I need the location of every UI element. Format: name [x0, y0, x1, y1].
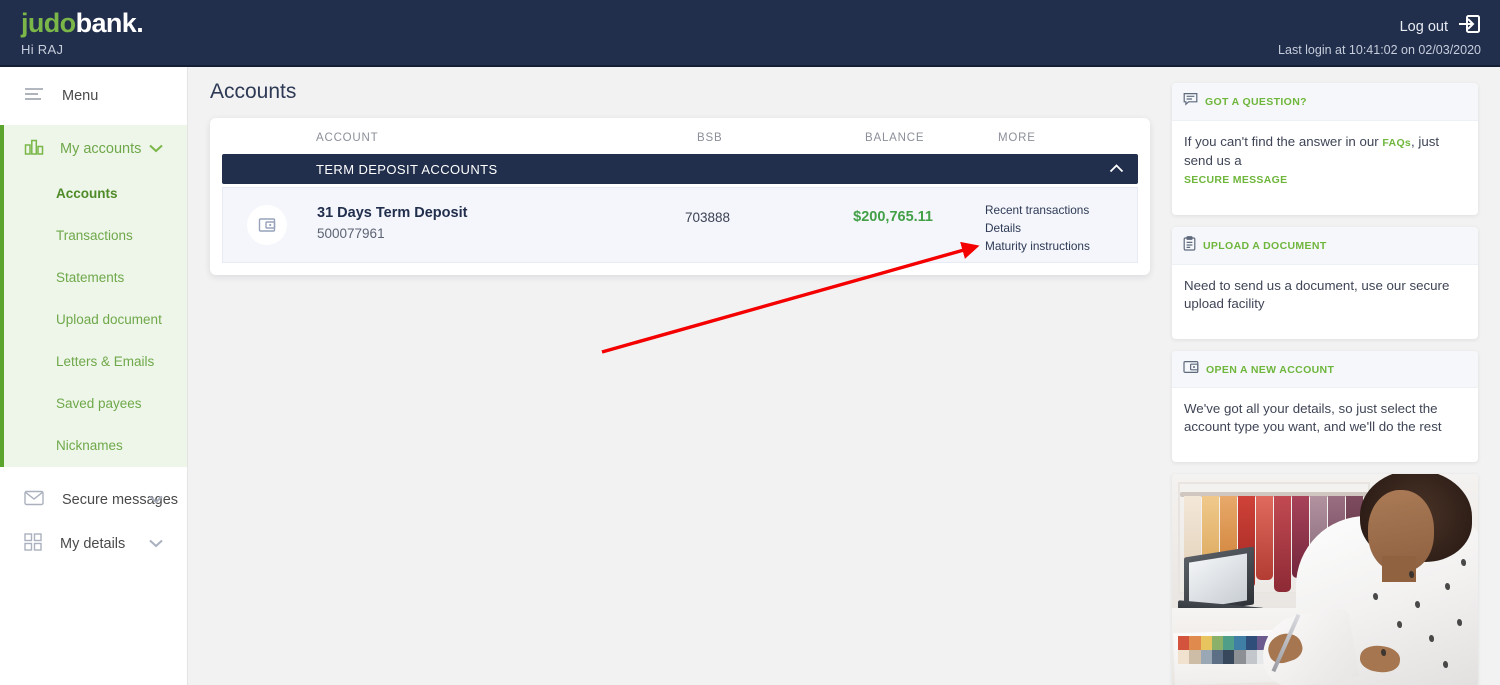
promo-title: UPLOAD A DOCUMENT — [1203, 240, 1327, 252]
logo-bank: bank — [75, 8, 137, 38]
sidebar-item-nicknames[interactable]: Nicknames — [4, 425, 187, 467]
promo-title: OPEN A NEW ACCOUNT — [1206, 363, 1335, 376]
logo-text: judobank. — [21, 8, 144, 38]
bar-chart-icon — [24, 138, 44, 161]
logo-judo: judo — [21, 8, 76, 38]
chevron-down-icon[interactable] — [149, 535, 163, 553]
wallet-icon — [1183, 360, 1199, 379]
page-title: Accounts — [210, 80, 297, 103]
promo-body: Need to send us a document, use our secu… — [1184, 278, 1450, 311]
link-details[interactable]: Details — [985, 219, 1090, 237]
column-header-bsb: BSB — [697, 132, 723, 144]
sidebar-item-transactions[interactable]: Transactions — [4, 215, 187, 257]
promo-body-pre: If you can't find the answer in our — [1184, 134, 1383, 149]
clipboard-icon — [1183, 236, 1196, 256]
column-header-balance: BALANCE — [865, 132, 925, 144]
sidebar-item-my-details-label: My details — [60, 536, 126, 552]
nav-group-my-accounts: My accounts Accounts Transactions Statem… — [0, 125, 187, 467]
promo-card-open-a-new-account[interactable]: OPEN A NEW ACCOUNT We've got all your de… — [1172, 351, 1478, 462]
app-root: judobank. Hi RAJ Log out Last login at 1… — [0, 0, 1500, 685]
column-header-account: ACCOUNT — [316, 132, 379, 144]
promo-header: UPLOAD A DOCUMENT — [1172, 227, 1478, 265]
sidebar-item-saved-payees[interactable]: Saved payees — [4, 383, 187, 425]
hamburger-icon — [24, 87, 44, 106]
sidebar: Menu My accounts Accounts Transactions S — [0, 67, 188, 685]
right-rail: GOT A QUESTION? If you can't find the an… — [1172, 83, 1478, 685]
promo-card-got-a-question[interactable]: GOT A QUESTION? If you can't find the an… — [1172, 83, 1478, 215]
table-column-headers: ACCOUNT BSB BALANCE MORE — [210, 118, 1150, 154]
account-group-header-term-deposit[interactable]: TERM DEPOSIT ACCOUNTS — [222, 154, 1138, 184]
last-login-text: Last login at 10:41:02 on 02/03/2020 — [1278, 43, 1481, 57]
account-number: 500077961 — [317, 226, 385, 241]
account-balance: $200,765.11 — [853, 209, 933, 225]
promo-image-designer-at-desk — [1172, 474, 1478, 685]
promo-card-upload-a-document[interactable]: UPLOAD A DOCUMENT Need to send us a docu… — [1172, 227, 1478, 339]
sidebar-item-my-accounts-label: My accounts — [60, 141, 142, 157]
table-row[interactable]: 31 Days Term Deposit 500077961 703888 $2… — [222, 187, 1138, 263]
link-secure-message[interactable]: SECURE MESSAGE — [1184, 174, 1287, 186]
column-header-more: MORE — [998, 132, 1036, 144]
promo-title: GOT A QUESTION? — [1205, 96, 1307, 108]
promo-body: If you can't find the answer in our FAQs… — [1172, 121, 1478, 215]
sidebar-item-secure-messages[interactable]: Secure messages — [0, 479, 187, 521]
chevron-down-icon[interactable] — [149, 140, 163, 158]
link-maturity-instructions[interactable]: Maturity instructions — [985, 237, 1090, 255]
sidebar-item-letters-emails[interactable]: Letters & Emails — [4, 341, 187, 383]
logo-dot: . — [136, 8, 144, 38]
link-faqs[interactable]: FAQs — [1382, 137, 1411, 149]
chat-bubble-icon — [1183, 92, 1198, 112]
menu-label: Menu — [62, 88, 99, 104]
top-header: judobank. Hi RAJ Log out Last login at 1… — [0, 0, 1500, 67]
logout-button[interactable]: Log out — [1400, 12, 1481, 41]
logout-label: Log out — [1399, 18, 1448, 35]
promo-header: GOT A QUESTION? — [1172, 83, 1478, 121]
promo-header: OPEN A NEW ACCOUNT — [1172, 351, 1478, 388]
sidebar-item-my-details[interactable]: My details — [0, 523, 187, 565]
sidebar-item-my-accounts[interactable]: My accounts — [4, 125, 187, 173]
account-name: 31 Days Term Deposit — [317, 205, 468, 221]
sidebar-item-statements[interactable]: Statements — [4, 257, 187, 299]
account-bsb: 703888 — [685, 210, 731, 225]
accounts-card: ACCOUNT BSB BALANCE MORE TERM DEPOSIT AC… — [210, 118, 1150, 275]
grid-icon — [24, 532, 42, 556]
account-group-label: TERM DEPOSIT ACCOUNTS — [316, 161, 498, 177]
menu-toggle[interactable]: Menu — [0, 67, 187, 125]
account-more-links: Recent transactions Details Maturity ins… — [985, 201, 1090, 255]
link-recent-transactions[interactable]: Recent transactions — [985, 201, 1090, 219]
user-greeting: Hi RAJ — [21, 42, 64, 57]
brand-logo[interactable]: judobank. Hi RAJ — [21, 8, 144, 58]
chevron-down-icon[interactable] — [149, 491, 163, 509]
logout-icon — [1457, 12, 1481, 41]
sidebar-item-upload-document[interactable]: Upload document — [4, 299, 187, 341]
sidebar-item-accounts[interactable]: Accounts — [4, 173, 187, 215]
envelope-icon — [24, 490, 44, 511]
chevron-up-icon[interactable] — [1109, 160, 1124, 178]
promo-body: We've got all your details, so just sele… — [1184, 401, 1442, 434]
wallet-icon — [247, 205, 287, 245]
